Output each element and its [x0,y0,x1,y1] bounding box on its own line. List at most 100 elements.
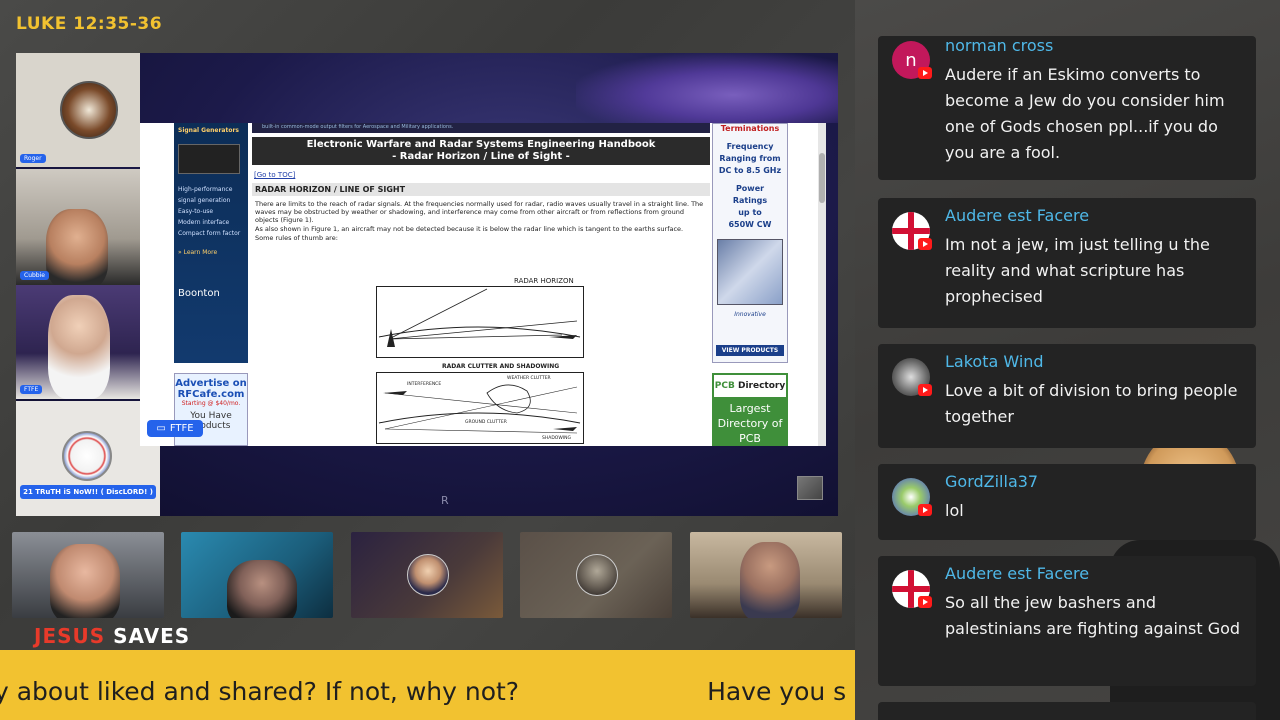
article-title: Electronic Warfare and Radar Systems Eng… [306,139,656,150]
ad-feature: Easy-to-use [178,208,214,215]
ad-line: Largest [729,402,771,415]
figure-title: RADAR HORIZON [514,277,574,285]
article-header: Electronic Warfare and Radar Systems Eng… [252,137,710,165]
chat-message: Lakota Wind Love a bit of division to br… [878,344,1256,448]
chat-author[interactable]: Audere est Facere [945,564,1089,583]
ticker-text: y about liked and shared? If not, why no… [0,677,846,706]
chat-text: Audere if an Eskimo converts to become a… [945,65,1225,162]
chat-message: Audere est Facere Im not a jew, im just … [878,198,1256,328]
chat-message-partial [878,702,1256,720]
chat-author[interactable]: Audere est Facere [945,206,1089,225]
top-banner: built-in common-mode output filters for … [252,123,710,133]
ad-brand: Boonton [178,288,220,299]
ad-line: Ranging from [719,154,781,163]
participant-video [227,560,297,618]
ad-brand-part: Directory [737,381,786,391]
youtube-icon [918,596,932,608]
article-body: There are limits to the reach of radar s… [252,200,710,242]
page-scrollbar[interactable] [818,123,826,446]
pcb-directory-ad[interactable]: PCB Directory Largest Directory of PCB [712,373,788,446]
ad-power: Power Ratings up to 650W CW [713,183,787,231]
chat-message: GordZilla37 lol [878,464,1256,540]
participant-video [48,295,110,399]
youtube-icon [918,238,932,250]
paragraph: Some rules of thumb are: [255,234,338,242]
camera-tile-ftfe: FTFE [16,285,140,399]
shared-screen-webpage: Signal Generators High-performance signa… [140,123,826,446]
camera-label: Roger [20,154,46,163]
background-graphic [576,53,838,123]
learn-more-link[interactable]: » Learn More [178,247,244,258]
ad-line: DC to 8.5 GHz [718,166,782,175]
camera-label: FTFE [20,385,43,394]
slogan-word: SAVES [113,624,191,648]
chat-text: lol [945,501,964,520]
figure-label: INTERFERENCE [407,381,441,387]
article-content: built-in common-mode output filters for … [252,123,710,446]
ad-heading: Terminations [720,124,780,133]
guest-tile [181,532,333,618]
product-image [717,239,783,305]
chat-text: Im not a jew, im just telling u the real… [945,235,1210,306]
paragraph: As also shown in Figure 1, an aircraft m… [255,225,684,233]
guest-tile [690,532,842,618]
ad-line: Frequency [726,142,774,151]
chat-text: So all the jew bashers and palestinians … [945,593,1241,638]
ad-feature: High-performance signal generation [178,186,233,204]
ad-brand: Innovative [734,311,766,318]
figure-label: WEATHER CLUTTER [507,375,551,381]
ticker-segment: y about liked and shared? If not, why no… [0,677,520,706]
ad-line: Advertise on [175,378,247,389]
ad-feature: Modern interface [178,219,230,226]
monitor-icon: ▭ [156,423,166,434]
slogan-word: JESUS [34,624,106,648]
channel-logo [60,81,118,139]
ad-line: Power [735,184,765,193]
radar-horizon-diagram [378,288,581,347]
participant-video [50,544,120,618]
ad-heading: Signal Generators [178,127,240,134]
camera-tile-roger: Roger [16,53,140,167]
ad-brand-part: PCB [714,381,735,391]
thumbnail-image [797,476,823,500]
ftfe-chip[interactable]: ▭ FTFE [147,420,203,437]
guest-tile [351,532,503,618]
ad-line: Directory of [717,417,783,430]
article-subtitle: - Radar Horizon / Line of Sight - [392,151,570,162]
clock-logo [62,431,112,481]
ad-line: up to [738,208,762,217]
camera-label: Cubbie [20,271,49,280]
camera-column: Roger Cubbie FTFE 21 TRuTH iS NoW!! ( Di… [16,53,160,516]
guest-avatar [576,554,618,596]
youtube-icon [918,384,932,396]
ad-line: PCB [739,432,761,445]
radar-clutter-diagram: INTERFERENCE WEATHER CLUTTER GROUND CLUT… [378,375,581,441]
section-heading: RADAR HORIZON / LINE OF SIGHT [252,183,710,196]
chip-label: FTFE [169,423,194,434]
ad-line: RFCafe.com [177,389,245,400]
signal-generator-ad[interactable]: Signal Generators High-performance signa… [174,123,248,363]
camera-tile-cubbie: Cubbie [16,169,140,285]
chat-author[interactable]: Lakota Wind [945,352,1044,371]
camera-tile-truth: 21 TRuTH iS NoW!! ( DiscLORD! ) [16,401,160,516]
scripture-reference: LUKE 12:35-36 [16,14,163,34]
chat-author[interactable]: GordZilla37 [945,472,1038,491]
guest-tile [12,532,164,618]
watermark-letter: R [441,494,449,507]
participant-video [740,542,800,618]
figure-title: RADAR CLUTTER AND SHADOWING [442,363,560,370]
chat-message: n norman cross Audere if an Eskimo conve… [878,36,1256,180]
chat-author[interactable]: norman cross [945,36,1053,55]
radar-horizon-figure [376,286,584,358]
view-products-button[interactable]: VIEW PRODUCTS [716,345,784,356]
camera-banner: 21 TRuTH iS NoW!! ( DiscLORD! ) [20,485,156,499]
youtube-icon [918,67,932,79]
ad-line: Starting @ $40/mo. [181,400,241,407]
terminations-ad[interactable]: Terminations Frequency Ranging from DC t… [712,123,788,363]
ad-frequency: Frequency Ranging from DC to 8.5 GHz [713,141,787,177]
ad-line: 650W CW [728,220,772,229]
device-image [178,144,240,174]
paragraph: There are limits to the reach of radar s… [255,200,704,224]
ticker-segment: Have you s [707,677,847,706]
toc-link[interactable]: [Go to TOC] [254,171,708,179]
